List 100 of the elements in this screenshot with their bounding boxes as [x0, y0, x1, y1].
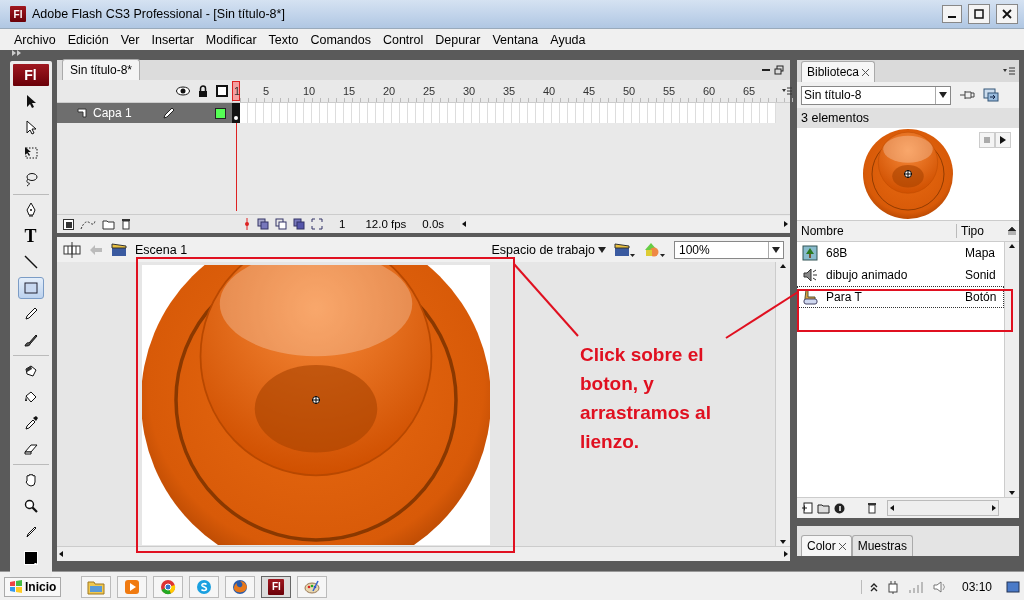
panel-menu-icon[interactable]: [1003, 67, 1015, 75]
lock-icon[interactable]: [198, 85, 208, 97]
panel-tab[interactable]: Color: [801, 535, 852, 556]
item-count: 3 elementos: [797, 108, 1019, 128]
edit-frames-icon[interactable]: [293, 218, 305, 230]
taskbar-button[interactable]: [81, 575, 112, 598]
scroll-left-icon[interactable]: [888, 504, 896, 512]
timeline-toggle-icon[interactable]: [63, 241, 81, 258]
minimize-button[interactable]: [942, 5, 962, 23]
scroll-down-icon[interactable]: [1008, 489, 1016, 497]
menu-item[interactable]: Depurar: [429, 30, 487, 49]
pin-icon[interactable]: [959, 89, 975, 101]
power-plug-icon[interactable]: [885, 579, 900, 594]
bitmap-icon: [802, 245, 818, 261]
onion-markers-icon[interactable]: [311, 218, 323, 230]
taskbar-button[interactable]: [189, 575, 220, 598]
menu-item[interactable]: Archivo: [8, 30, 62, 49]
menu-item[interactable]: Ventana: [486, 30, 545, 49]
panel-menu-icon[interactable]: [782, 87, 792, 95]
outline-icon[interactable]: [216, 85, 228, 97]
new-folder-icon[interactable]: [817, 502, 830, 514]
menu-item[interactable]: Edición: [61, 30, 115, 49]
edit-symbols-icon[interactable]: [644, 241, 666, 258]
scroll-up-icon[interactable]: [1008, 242, 1016, 250]
taskbar-button[interactable]: [297, 575, 328, 598]
taskbar-button[interactable]: [153, 575, 184, 598]
library-item[interactable]: dibujo animado Sonid: [797, 264, 1004, 286]
dropdown-arrow-icon[interactable]: [772, 246, 780, 253]
menu-item[interactable]: Comandos: [304, 30, 377, 49]
horizontal-scrollbar[interactable]: [460, 216, 790, 232]
vertical-scrollbar[interactable]: [1004, 242, 1019, 497]
scroll-right-icon[interactable]: [990, 504, 998, 512]
center-frame-icon[interactable]: [243, 218, 251, 230]
new-library-icon[interactable]: [983, 88, 999, 102]
vertical-scrollbar[interactable]: [775, 262, 790, 546]
new-symbol-icon[interactable]: [801, 502, 813, 514]
free-transform-icon: [22, 145, 39, 161]
menu-item[interactable]: Control: [376, 30, 430, 49]
edit-scene-icon[interactable]: [614, 241, 636, 258]
folder-icon: [87, 578, 106, 595]
motion-guide-icon[interactable]: [80, 218, 96, 230]
layer-row[interactable]: Capa 1: [57, 103, 232, 123]
frame-number: 45: [582, 85, 597, 97]
dropdown-arrow-icon[interactable]: [598, 246, 606, 253]
menu-item[interactable]: Ver: [114, 30, 146, 49]
library-dropdown[interactable]: Sin título-8: [801, 85, 951, 105]
scene-name[interactable]: Escena 1: [135, 242, 188, 257]
clapperboard-icon: [111, 242, 127, 257]
frame-number: 15: [342, 85, 357, 97]
library-tab[interactable]: Biblioteca: [801, 61, 876, 82]
text-tool[interactable]: T: [17, 225, 44, 247]
close-button[interactable]: [996, 4, 1018, 24]
frame-number: 35: [502, 85, 517, 97]
close-icon: [1002, 9, 1012, 19]
frame-number: 50: [622, 85, 637, 97]
menu-item[interactable]: Modificar: [199, 30, 263, 49]
trash-icon[interactable]: [121, 218, 131, 230]
maximize-button[interactable]: [968, 4, 990, 24]
windows-logo-icon: [9, 579, 23, 594]
menu-item[interactable]: Texto: [262, 30, 305, 49]
keyframe[interactable]: [232, 103, 240, 123]
menu-item[interactable]: Insertar: [145, 30, 200, 49]
library-item[interactable]: 68B Mapa: [797, 242, 1004, 264]
panel-tab[interactable]: Muestras: [851, 535, 914, 556]
column-header[interactable]: Nombre: [797, 224, 956, 238]
taskbar-button[interactable]: Fl: [261, 575, 292, 598]
dropdown-arrow-icon[interactable]: [939, 92, 947, 98]
scroll-right-icon[interactable]: [782, 550, 790, 558]
frame-number: 20: [382, 85, 397, 97]
eye-icon[interactable]: [176, 86, 190, 96]
scroll-right-icon[interactable]: [782, 220, 790, 228]
restore-icon[interactable]: [774, 65, 784, 75]
taskbar-button[interactable]: [225, 575, 256, 598]
workspace-menu[interactable]: Espacio de trabajo: [491, 242, 606, 257]
properties-icon[interactable]: [834, 502, 845, 514]
scroll-left-icon[interactable]: [57, 550, 65, 558]
trash-icon[interactable]: [867, 502, 877, 514]
eyedropper-icon: [22, 415, 39, 431]
scroll-left-icon[interactable]: [460, 220, 469, 228]
volume-icon[interactable]: [931, 579, 948, 594]
column-header[interactable]: Tipo: [956, 224, 1005, 238]
taskbar-button[interactable]: [117, 575, 148, 598]
layer-color-icon: [215, 107, 226, 119]
frame-number: 25: [422, 85, 437, 97]
new-layer-icon[interactable]: [63, 218, 74, 230]
show-desktop-icon[interactable]: [1006, 579, 1020, 594]
document-tab[interactable]: Sin título-8*: [62, 59, 141, 80]
play-button[interactable]: [995, 132, 1011, 148]
library-item[interactable]: Para T Botón: [797, 286, 1004, 308]
pencil-icon: [22, 306, 39, 322]
start-button[interactable]: Inicio: [4, 576, 62, 597]
folder-icon[interactable]: [102, 218, 115, 230]
zoom-dropdown[interactable]: 100%: [674, 240, 784, 259]
onion-outline-icon[interactable]: [275, 218, 287, 230]
sort-icon[interactable]: [1008, 227, 1016, 235]
menu-item[interactable]: Ayuda: [544, 30, 592, 49]
onion-skin-icon[interactable]: [257, 218, 269, 230]
horizontal-scrollbar[interactable]: [887, 500, 999, 516]
show-hidden-icons-icon[interactable]: [869, 581, 878, 592]
horizontal-scrollbar[interactable]: [57, 546, 790, 561]
